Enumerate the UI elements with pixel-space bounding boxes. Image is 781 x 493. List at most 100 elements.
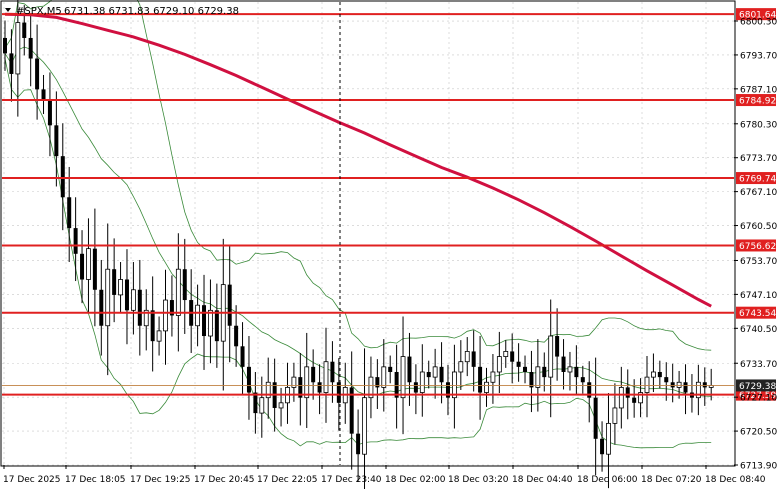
candle-body-up bbox=[163, 299, 168, 332]
candle-body-up bbox=[676, 381, 682, 388]
y-tick-label: 6793.70 bbox=[740, 51, 777, 61]
candle-body-up bbox=[195, 304, 201, 327]
candle-body-up bbox=[432, 366, 438, 378]
candle-body-up bbox=[381, 366, 387, 388]
candle-body-up bbox=[503, 351, 509, 357]
candle-body-down bbox=[702, 382, 707, 388]
candle-body-down bbox=[580, 377, 585, 383]
candle-body-down bbox=[112, 269, 117, 295]
candle-body-up bbox=[548, 335, 554, 378]
candle-body-up bbox=[651, 371, 656, 378]
y-tick-label: 6713.90 bbox=[740, 462, 777, 472]
candle-body-down bbox=[67, 197, 72, 229]
candle-body-down bbox=[510, 351, 515, 362]
candle-body-down bbox=[664, 377, 669, 383]
candle-body-up bbox=[130, 289, 136, 311]
candle-body-down bbox=[137, 289, 142, 326]
x-tick-label: 18 Dec 03:20 bbox=[448, 475, 509, 485]
y-tick-label: 6733.70 bbox=[740, 360, 777, 370]
candle-body-up bbox=[105, 268, 111, 327]
candle-body-down bbox=[330, 361, 335, 383]
candle-body-down bbox=[311, 366, 316, 383]
candle-body-down bbox=[35, 58, 40, 90]
x-tick-label: 17 Dec 2025 bbox=[3, 475, 61, 485]
candle-body-up bbox=[458, 361, 464, 373]
candle-body-down bbox=[542, 366, 547, 378]
x-tick-label: 17 Dec 20:45 bbox=[194, 475, 255, 485]
candle-body-up bbox=[419, 371, 425, 393]
y-tick-label: 6773.70 bbox=[740, 154, 777, 164]
y-tick-label: 6720.50 bbox=[740, 428, 777, 438]
chart-window[interactable]: 6801.64 6784.92 6769.74 6756.62 6743.54 6727.… bbox=[0, 0, 781, 493]
x-tick-label: 18 Dec 08:40 bbox=[705, 475, 766, 485]
candle-body-up bbox=[175, 268, 181, 316]
y-tick-label: 6760.50 bbox=[740, 222, 777, 232]
candle-body-down bbox=[471, 351, 476, 367]
y-tick-label: 6727.10 bbox=[740, 394, 777, 404]
candle-body-down bbox=[54, 125, 59, 157]
candle-body-up bbox=[644, 376, 650, 393]
candle-body-down bbox=[407, 356, 412, 383]
candle-body-down bbox=[92, 248, 97, 290]
candle-body-down bbox=[22, 22, 27, 38]
price-level-label: 6743.54 bbox=[739, 309, 776, 319]
candle-body-down bbox=[202, 305, 207, 337]
candle-body-up bbox=[618, 387, 624, 409]
candle-body-down bbox=[246, 366, 251, 393]
y-tick-label: 6780.30 bbox=[740, 120, 777, 130]
candle-body-down bbox=[561, 356, 566, 372]
price-level-label: 6769.74 bbox=[739, 175, 776, 185]
candle-body-down bbox=[375, 377, 380, 388]
candle-body-down bbox=[124, 279, 129, 311]
x-tick-label: 17 Dec 19:25 bbox=[130, 475, 191, 485]
price-chart[interactable]: 6801.646784.926769.746756.626743.546727.… bbox=[0, 0, 781, 493]
candle-body-down bbox=[47, 99, 52, 126]
candle-body-down bbox=[9, 53, 14, 74]
candle-body-down bbox=[28, 37, 33, 59]
candle-body-down bbox=[234, 325, 239, 347]
candle-body-up bbox=[464, 351, 470, 363]
candle-body-down bbox=[426, 371, 431, 378]
candle-body-up bbox=[278, 402, 284, 409]
price-level-label: 6784.92 bbox=[739, 97, 776, 107]
y-tick-label: 6800.30 bbox=[740, 18, 777, 28]
candle-body-up bbox=[567, 366, 573, 373]
candle-body-down bbox=[73, 228, 78, 254]
chart-header: #SPX,M5 6731.38 6731.83 6729.10 6729.38 bbox=[5, 6, 239, 17]
y-tick-label: 6767.10 bbox=[740, 188, 777, 198]
symbol-label: #SPX,M5 bbox=[16, 6, 62, 17]
candle-body-up bbox=[323, 361, 329, 393]
candle-body-down bbox=[227, 284, 232, 326]
candle-body-up bbox=[400, 356, 406, 399]
candle-body-down bbox=[657, 371, 662, 378]
candle-body-down bbox=[99, 289, 104, 326]
candle-body-down bbox=[60, 156, 65, 198]
ohlc-values: 6731.38 6731.83 6729.10 6729.38 bbox=[64, 6, 239, 17]
candle-body-up bbox=[362, 397, 367, 455]
candle-body-down bbox=[41, 89, 46, 100]
candle-body-up bbox=[156, 330, 162, 342]
candle-body-down bbox=[80, 253, 85, 280]
candle-body-down bbox=[478, 366, 483, 393]
candle-body-down bbox=[182, 269, 187, 301]
candle-body-down bbox=[413, 382, 418, 393]
candle-body-down bbox=[555, 336, 560, 357]
candle-body-down bbox=[240, 346, 245, 367]
candle-body-down bbox=[632, 397, 637, 403]
current-price-label: 6729.38 bbox=[739, 382, 776, 392]
candle-body-up bbox=[15, 22, 21, 75]
candle-body-up bbox=[304, 366, 310, 399]
x-tick-label: 17 Dec 22:05 bbox=[257, 475, 318, 485]
candle-body-up bbox=[259, 397, 265, 414]
candle-body-down bbox=[516, 361, 521, 367]
candle-body-down bbox=[625, 387, 630, 398]
candle-body-down bbox=[600, 438, 605, 455]
x-tick-label: 18 Dec 04:40 bbox=[512, 475, 573, 485]
y-tick-label: 6753.70 bbox=[740, 257, 777, 267]
candle-body-up bbox=[86, 248, 91, 280]
candle-body-down bbox=[523, 366, 528, 372]
candle-body-down bbox=[356, 433, 361, 455]
x-tick-label: 17 Dec 18:05 bbox=[65, 475, 126, 485]
candle-body-up bbox=[484, 381, 489, 393]
candle-body-up bbox=[208, 309, 213, 337]
